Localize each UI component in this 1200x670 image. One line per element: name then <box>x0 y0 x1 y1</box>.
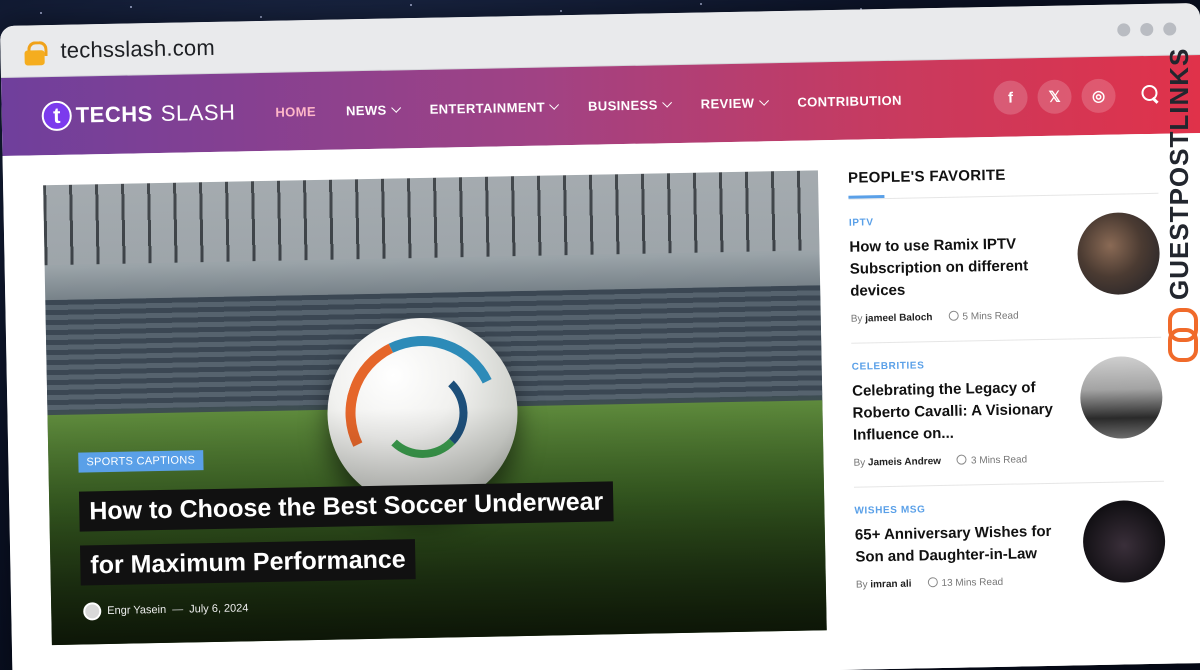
sidebar-heading: PEOPLE'S FAVORITE <box>848 164 1158 199</box>
card-thumbnail[interactable] <box>1079 355 1164 440</box>
featured-title[interactable]: How to Choose the Best Soccer Underwear … <box>78 473 681 592</box>
card-category[interactable]: WISHES MSG <box>854 502 1070 516</box>
by-label: By <box>853 456 866 469</box>
chevron-down-icon <box>391 102 402 113</box>
window-dot-icon[interactable] <box>1117 23 1131 37</box>
card-body: WISHES MSG 65+ Anniversary Wishes for So… <box>854 502 1072 591</box>
clock-icon <box>948 310 959 321</box>
logo-mark-icon: t <box>41 100 73 132</box>
card-title[interactable]: How to use Ramix IPTV Subscription on di… <box>849 233 1066 303</box>
card-thumbnail[interactable] <box>1076 211 1161 296</box>
browser-window: techsslash.com t TECHS SLASH HOME NEWS E… <box>0 2 1200 670</box>
card-author: By imran ali <box>856 578 912 590</box>
site-logo[interactable]: t TECHS SLASH <box>41 97 236 132</box>
featured-meta: Engr Yasein — July 6, 2024 <box>83 599 249 621</box>
card-meta: By Jameis Andrew 3 Mins Read <box>853 453 1069 469</box>
nav-label: HOME <box>275 103 317 120</box>
nav-item-review[interactable]: REVIEW <box>700 95 769 112</box>
meta-separator: — <box>172 603 184 616</box>
card-body: CELEBRITIES Celebrating the Legacy of Ro… <box>852 358 1070 469</box>
x-icon[interactable]: 𝕏 <box>1037 79 1072 115</box>
lock-icon <box>24 41 44 65</box>
favorite-card[interactable]: WISHES MSG 65+ Anniversary Wishes for So… <box>854 499 1166 609</box>
nav-label: ENTERTAINMENT <box>429 99 546 117</box>
page-content: SPORTS CAPTIONS How to Choose the Best S… <box>2 132 1200 670</box>
window-dot-icon[interactable] <box>1163 22 1177 36</box>
card-meta: By imran ali 13 Mins Read <box>856 575 1072 591</box>
by-label: By <box>850 312 863 325</box>
chain-link-icon <box>1168 308 1198 362</box>
nav-label: NEWS <box>345 102 387 118</box>
read-time-label: 13 Mins Read <box>941 576 1004 590</box>
card-thumbnail[interactable] <box>1082 499 1166 584</box>
nav-label: CONTRIBUTION <box>797 92 902 110</box>
nav-item-home[interactable]: HOME <box>275 103 316 119</box>
author-name[interactable]: Engr Yasein <box>107 604 166 617</box>
favorite-card[interactable]: CELEBRITIES Celebrating the Legacy of Ro… <box>851 355 1164 488</box>
featured-article[interactable]: SPORTS CAPTIONS How to Choose the Best S… <box>43 170 827 646</box>
featured-title-line: How to Choose the Best Soccer Underwear <box>78 481 614 532</box>
clock-icon <box>927 577 938 588</box>
sidebar: PEOPLE'S FAVORITE IPTV How to use Ramix … <box>848 164 1167 650</box>
clock-icon <box>956 454 968 465</box>
read-time: 5 Mins Read <box>948 309 1019 323</box>
watermark-text: GUESTPOSTLINKS <box>1164 47 1194 300</box>
card-body: IPTV How to use Ramix IPTV Subscription … <box>849 214 1067 325</box>
author-name[interactable]: Jameis Andrew <box>868 456 941 468</box>
nav-label: BUSINESS <box>587 96 658 114</box>
author-name[interactable]: jameel Baloch <box>865 312 932 324</box>
logo-text-bold: TECHS <box>75 101 154 128</box>
card-category[interactable]: IPTV <box>849 214 1065 228</box>
category-badge[interactable]: SPORTS CAPTIONS <box>78 450 204 473</box>
chevron-down-icon <box>549 99 560 110</box>
window-dot-icon[interactable] <box>1140 22 1154 37</box>
read-time: 13 Mins Read <box>927 576 1003 589</box>
guestpostlinks-watermark: GUESTPOSTLINKS <box>1158 47 1198 362</box>
author-name[interactable]: imran ali <box>870 578 911 590</box>
chevron-down-icon <box>758 95 769 106</box>
facebook-icon[interactable]: f <box>993 80 1028 115</box>
instagram-icon[interactable]: ◎ <box>1081 78 1116 114</box>
read-time: 3 Mins Read <box>956 453 1028 467</box>
nav-item-contribution[interactable]: CONTRIBUTION <box>797 92 902 109</box>
nav-item-news[interactable]: NEWS <box>345 102 402 118</box>
card-title[interactable]: Celebrating the Legacy of Roberto Cavall… <box>852 377 1069 447</box>
nav-label: REVIEW <box>700 95 755 112</box>
social-links: f 𝕏 ◎ <box>993 78 1162 115</box>
window-controls <box>1117 22 1177 37</box>
avatar <box>83 602 102 621</box>
main-menu: HOME NEWS ENTERTAINMENT BUSINESS REVIEW … <box>275 92 902 119</box>
card-author: By jameel Baloch <box>851 312 933 325</box>
address-bar[interactable]: techsslash.com <box>60 34 215 63</box>
card-title[interactable]: 65+ Anniversary Wishes for Son and Daugh… <box>855 521 1072 569</box>
card-category[interactable]: CELEBRITIES <box>852 358 1068 372</box>
favorite-card[interactable]: IPTV How to use Ramix IPTV Subscription … <box>848 211 1162 344</box>
stadium-roof-image <box>43 170 820 266</box>
chevron-down-icon <box>662 97 673 108</box>
read-time-label: 5 Mins Read <box>962 310 1019 323</box>
by-label: By <box>855 578 868 591</box>
nav-item-entertainment[interactable]: ENTERTAINMENT <box>429 99 560 117</box>
post-date: July 6, 2024 <box>189 602 249 616</box>
card-meta: By jameel Baloch 5 Mins Read <box>851 309 1067 325</box>
nav-item-business[interactable]: BUSINESS <box>587 96 673 114</box>
logo-text-light: SLASH <box>160 99 236 126</box>
read-time-label: 3 Mins Read <box>970 454 1028 467</box>
featured-title-line: for Maximum Performance <box>79 539 417 586</box>
card-author: By Jameis Andrew <box>853 456 941 469</box>
